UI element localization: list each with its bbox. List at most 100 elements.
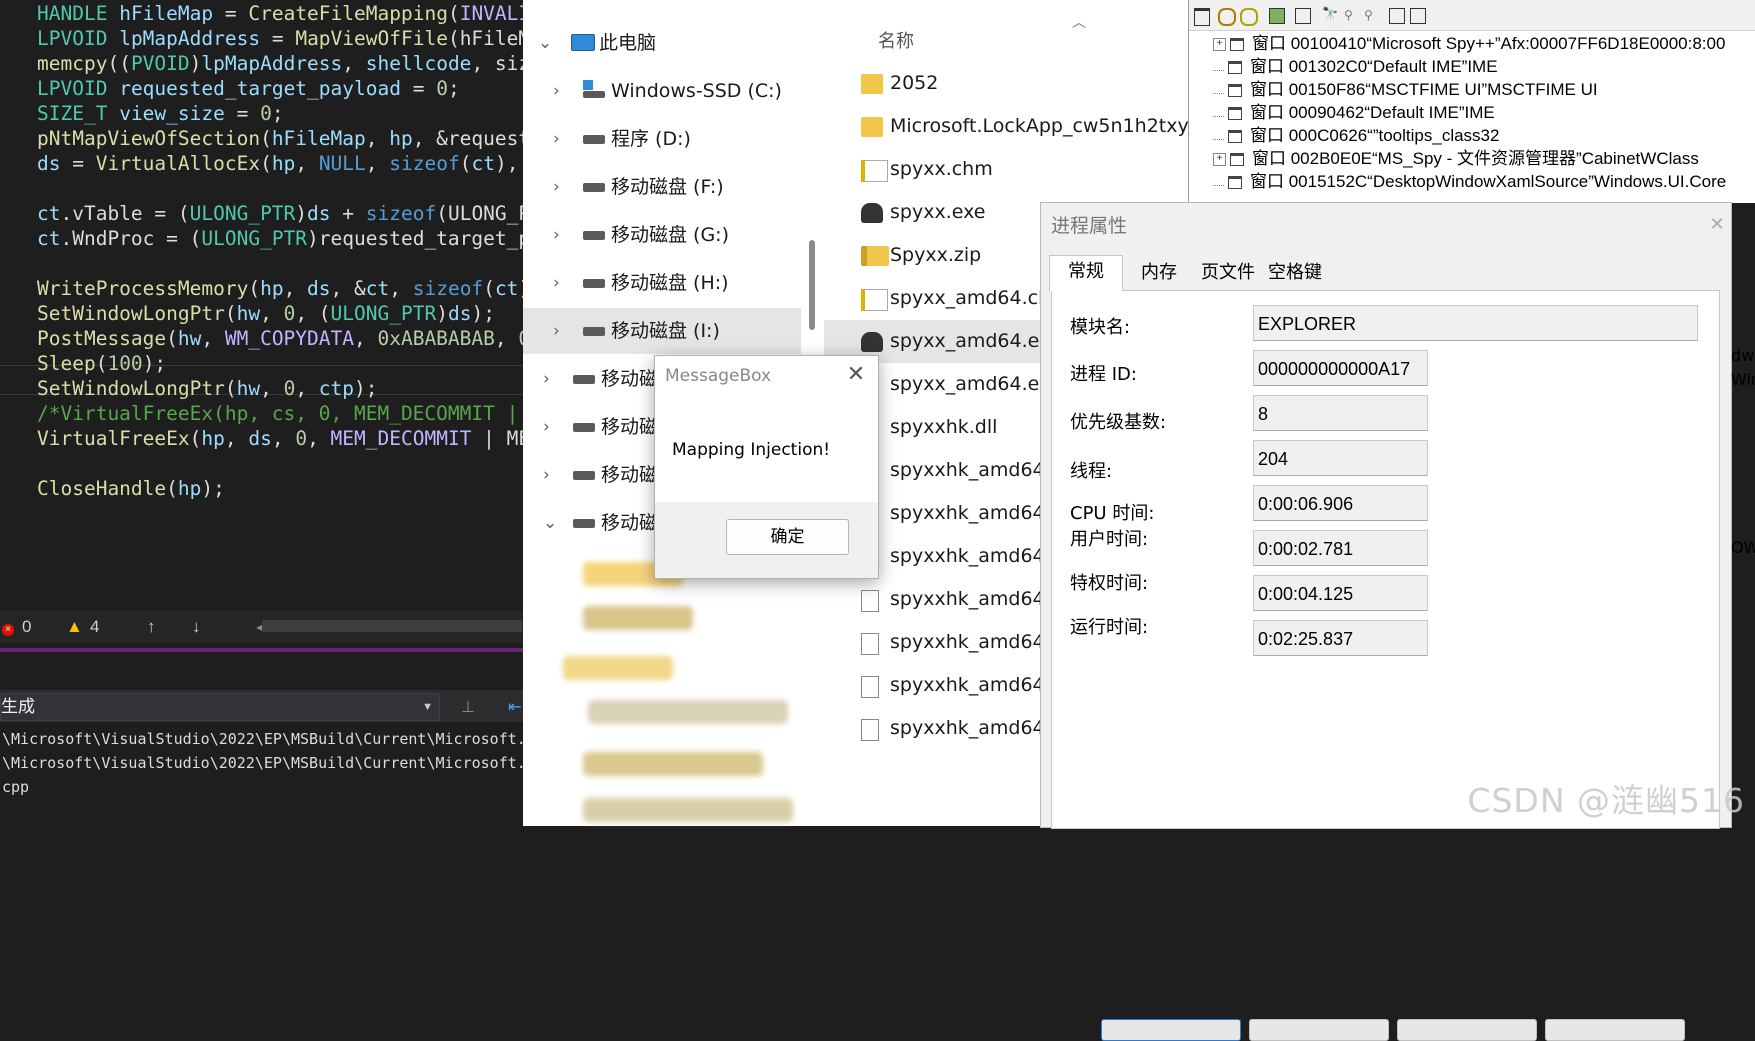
nav-item-drive-d[interactable]: › 程序 (D:) [523, 116, 801, 162]
chevron-right-icon[interactable]: › [553, 68, 560, 114]
log-messages-icon[interactable] [1295, 8, 1311, 24]
code-line[interactable]: VirtualFreeEx(hp, ds, 0, MEM_DECOMMIT | … [37, 425, 523, 453]
field-value[interactable]: 0:02:25.837 [1253, 620, 1428, 656]
tab-memory[interactable]: 内存 [1127, 257, 1191, 289]
tab-page-file[interactable]: 页文件 [1192, 257, 1264, 289]
code-line[interactable]: pNtMapViewOfSection(hFileMap, hp, &reque… [37, 125, 523, 153]
code-line[interactable]: LPVOID lpMapAddress = MapViewOfFile(hFil… [37, 25, 523, 53]
field-value[interactable]: 0:00:06.906 [1253, 485, 1428, 521]
refresh-button[interactable] [1397, 1019, 1537, 1041]
blurred-folder-item[interactable] [583, 606, 693, 630]
tree-node[interactable]: 窗口 001302C0“Default IME”IME [1213, 55, 1498, 79]
close-icon[interactable]: ✕ [841, 360, 871, 390]
column-header-name[interactable]: 名称 [878, 27, 914, 53]
field-value[interactable]: 0:00:02.781 [1253, 530, 1428, 566]
close-icon[interactable]: ✕ [1703, 211, 1731, 239]
nav-item-drive-h[interactable]: › 移动磁盘 (H:) [523, 260, 801, 306]
error-icon[interactable]: × [2, 611, 14, 643]
messages-view-icon[interactable] [1269, 8, 1285, 24]
expand-plus-icon[interactable]: + [1213, 153, 1226, 167]
field-value[interactable]: 204 [1253, 440, 1428, 476]
chevron-right-icon[interactable]: › [543, 404, 550, 450]
find-next-icon[interactable]: ⚲ [1344, 8, 1358, 22]
tree-line-icon [1213, 110, 1224, 118]
tree-node[interactable]: 窗口 00090462“Default IME”IME [1213, 101, 1495, 125]
code-line[interactable]: ds = VirtualAllocEx(hp, NULL, sizeof(ct)… [37, 150, 523, 178]
file-row[interactable]: spyxx.chm [824, 148, 1188, 191]
chevron-right-icon[interactable]: › [543, 452, 550, 498]
nav-item-this-pc[interactable]: ⌄ 此电脑 [523, 20, 801, 66]
nav-item-drive-g[interactable]: › 移动磁盘 (G:) [523, 212, 801, 258]
computer-icon [571, 34, 595, 51]
code-line[interactable]: SetWindowLongPtr(hw, 0, (ULONG_PTR)ds); [37, 300, 495, 328]
tree-node[interactable]: + 窗口 002B0E0E“MS_Spy - 文件资源管理器”CabinetWCl… [1213, 147, 1699, 171]
code-line[interactable]: ct.WndProc = (ULONG_PTR)requested_target… [37, 225, 523, 253]
code-line[interactable]: SetWindowLongPtr(hw, 0, ctp); [37, 375, 378, 403]
code-line[interactable]: /*VirtualFreeEx(hp, cs, 0, MEM_DECOMMIT … [37, 400, 523, 428]
chevron-down-icon[interactable]: ⌄ [543, 500, 557, 546]
code-line[interactable]: PostMessage(hw, WM_COPYDATA, 0xABABABAB,… [37, 325, 523, 353]
code-line[interactable]: SIZE_T view_size = 0; [37, 100, 284, 128]
properties-icon[interactable] [1389, 8, 1405, 24]
processes-view-icon[interactable] [1218, 8, 1236, 26]
field-value[interactable]: 0:00:04.125 [1253, 575, 1428, 611]
nav-label: 移动磁 [601, 416, 659, 438]
code-line[interactable]: Sleep(100); [37, 350, 166, 378]
blurred-folder-item[interactable] [563, 656, 673, 680]
nav-scrollbar[interactable] [809, 240, 815, 330]
nav-item-drive-i[interactable]: › 移动磁盘 (I:) [523, 308, 801, 354]
windows-view-icon[interactable] [1194, 8, 1210, 26]
drive-icon [583, 231, 605, 240]
spy-windows-tree: 🔭 ⚲ ⚲ + 窗口 00100410“Microsoft Spy++”Afx:0… [1188, 0, 1755, 203]
code-line[interactable]: HANDLE hFileMap = CreateFileMapping(INVA… [37, 0, 523, 28]
help-button[interactable] [1545, 1019, 1685, 1041]
code-editor[interactable]: HANDLE hFileMap = CreateFileMapping(INVA… [0, 0, 523, 611]
refresh-icon[interactable] [1410, 8, 1426, 24]
chevron-right-icon[interactable]: › [553, 164, 560, 210]
wrap-icon[interactable]: ⇤ [508, 697, 523, 717]
field-value[interactable]: EXPLORER [1253, 305, 1698, 341]
nav-item-drive-c[interactable]: › Windows-SSD (C:) [523, 68, 801, 114]
code-line[interactable]: WriteProcessMemory(hp, ds, &ct, sizeof(c… [37, 275, 523, 303]
horizontal-scrollbar[interactable] [262, 620, 522, 632]
expand-plus-icon[interactable]: + [1213, 38, 1226, 52]
threads-view-icon[interactable] [1240, 8, 1258, 26]
chevron-down-icon[interactable]: ⌄ [538, 20, 552, 66]
find-prev-icon[interactable]: ⚲ [1364, 8, 1378, 22]
file-name: spyxxhk_amd64.d [890, 631, 1063, 653]
chevron-right-icon[interactable]: › [543, 356, 550, 402]
chevron-right-icon[interactable]: › [553, 116, 560, 162]
tree-node[interactable]: + 窗口 00100410“Microsoft Spy++”Afx:00007FF… [1213, 32, 1725, 56]
code-line[interactable]: LPVOID requested_target_payload = 0; [37, 75, 460, 103]
chevron-right-icon[interactable]: › [553, 260, 560, 306]
file-row[interactable]: 2052 [824, 62, 1188, 105]
prev-issue-button[interactable]: ↑ [147, 611, 156, 643]
field-value[interactable]: 8 [1253, 395, 1428, 431]
field-value[interactable]: 000000000000A17 [1253, 350, 1428, 386]
chevron-down-icon: ▼ [422, 701, 433, 713]
blurred-folder-item[interactable] [583, 798, 793, 822]
nav-item-drive-f[interactable]: › 移动磁盘 (F:) [523, 164, 801, 210]
code-line[interactable]: ct.vTable = (ULONG_PTR)ds + sizeof(ULONG… [37, 200, 523, 228]
tree-node[interactable]: 窗口 0015152C“DesktopWindowXamlSource”Wind… [1213, 170, 1726, 194]
chevron-right-icon[interactable]: › [553, 308, 560, 354]
clear-output-icon[interactable]: ⊥ [461, 697, 481, 717]
file-row[interactable]: Microsoft.LockApp_cw5n1h2txyew [824, 105, 1188, 148]
warning-icon[interactable]: ▲ [66, 611, 83, 643]
find-window-icon[interactable]: 🔭 [1322, 8, 1338, 22]
code-line[interactable]: memcpy((PVOID)lpMapAddress, shellcode, s… [37, 50, 523, 78]
code-line[interactable]: CloseHandle(hp); [37, 475, 225, 503]
tree-node[interactable]: 窗口 00150F86“MSCTFIME UI”MSCTFIME UI [1213, 78, 1598, 102]
blurred-folder-item[interactable] [583, 752, 763, 776]
next-issue-button[interactable]: ↓ [192, 611, 201, 643]
ok-button[interactable] [1101, 1019, 1241, 1041]
blurred-folder-item[interactable] [588, 700, 788, 724]
chevron-right-icon[interactable]: › [553, 212, 560, 258]
drive-icon [573, 471, 595, 480]
tree-node[interactable]: 窗口 000C0626“”tooltips_class32 [1213, 124, 1499, 148]
output-source-select[interactable]: 生成 ▼ [0, 693, 440, 721]
tab-space-key[interactable]: 空格键 [1259, 257, 1331, 289]
cancel-button[interactable] [1249, 1019, 1389, 1041]
tab-general[interactable]: 常规 [1049, 255, 1123, 291]
ok-button[interactable]: 确定 [726, 519, 849, 555]
